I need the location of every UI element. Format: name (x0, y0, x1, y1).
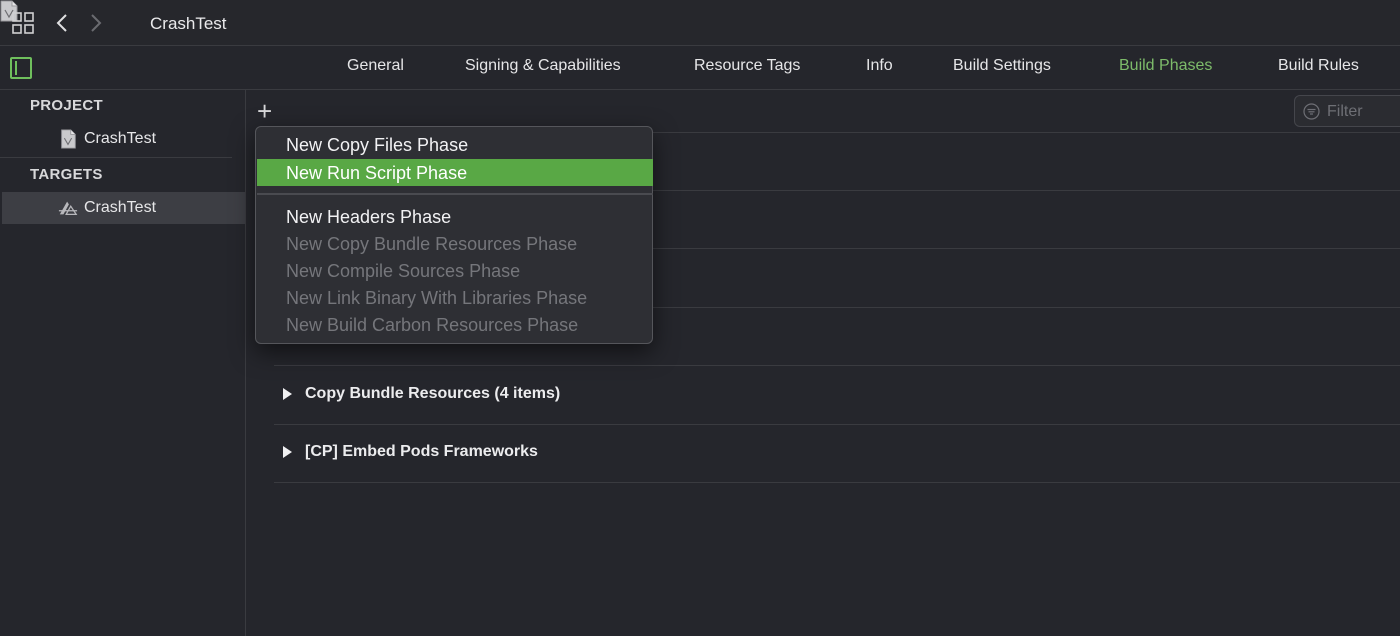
build-phase-title: [CP] Embed Pods Frameworks (305, 443, 538, 460)
tab-build-rules[interactable]: Build Rules (1278, 57, 1359, 75)
menu-item-new-run-script-phase[interactable]: New Run Script Phase (257, 159, 653, 186)
menu-separator (257, 193, 653, 195)
menu-item-label: New Run Script Phase (286, 163, 468, 183)
tab-info[interactable]: Info (866, 57, 893, 75)
menu-item-new-compile-sources-phase: New Compile Sources Phase (256, 257, 652, 284)
add-build-phase-button[interactable]: + (257, 98, 272, 124)
menu-item-new-headers-phase[interactable]: New Headers Phase (256, 203, 652, 230)
tab-build-phases[interactable]: Build Phases (1119, 57, 1212, 75)
menu-item-new-copy-files-phase[interactable]: New Copy Files Phase (256, 131, 652, 158)
forward-chevron-icon[interactable] (84, 12, 106, 34)
sidebar-item-project[interactable]: CrashTest (2, 123, 245, 155)
menu-item-new-copy-bundle-resources-phase: New Copy Bundle Resources Phase (256, 230, 652, 257)
build-phase-row[interactable]: [CP] Embed Pods Frameworks (274, 424, 1400, 482)
back-chevron-icon[interactable] (52, 12, 74, 34)
disclosure-triangle-icon[interactable] (283, 388, 292, 400)
menu-item-label: New Copy Bundle Resources Phase (286, 234, 578, 254)
divider (274, 482, 1400, 483)
navigator-toggle-icon[interactable] (10, 57, 32, 79)
project-navigator: PROJECT CrashTest TARGETS CrashTest (0, 90, 246, 636)
disclosure-triangle-icon[interactable] (283, 446, 292, 458)
menu-item-label: New Link Binary With Libraries Phase (286, 288, 588, 308)
tab-general[interactable]: General (347, 57, 404, 75)
divider (0, 157, 232, 158)
targets-section-header: TARGETS (30, 166, 103, 183)
filter-icon (1303, 103, 1320, 120)
project-file-icon (61, 129, 76, 149)
project-section-header: PROJECT (30, 97, 103, 114)
menu-item-label: New Build Carbon Resources Phase (286, 315, 579, 335)
menu-item-new-link-binary-phase: New Link Binary With Libraries Phase (256, 284, 652, 311)
sidebar-item-label: CrashTest (84, 199, 157, 216)
tab-resource-tags[interactable]: Resource Tags (694, 57, 800, 75)
app-target-icon (58, 201, 78, 215)
tab-build-settings[interactable]: Build Settings (953, 57, 1051, 75)
menu-item-label: New Copy Files Phase (286, 135, 469, 155)
title-bar: CrashTest (0, 0, 1400, 46)
menu-item-label: New Headers Phase (286, 207, 452, 227)
build-phase-title: Copy Bundle Resources (4 items) (305, 385, 561, 402)
filter-field[interactable]: Filter (1294, 95, 1400, 127)
project-title[interactable]: CrashTest (150, 14, 227, 34)
filter-placeholder: Filter (1327, 103, 1363, 120)
sidebar-item-target[interactable]: CrashTest (2, 192, 245, 224)
menu-item-label: New Compile Sources Phase (286, 261, 521, 281)
menu-item-new-build-carbon-resources-phase: New Build Carbon Resources Phase (256, 311, 652, 338)
editor-tab-bar: General Signing & Capabilities Resource … (0, 46, 1400, 90)
build-phase-row[interactable]: Copy Bundle Resources (4 items) (274, 366, 1400, 424)
grid-icon[interactable] (12, 12, 34, 34)
new-phase-menu: New Copy Files Phase New Run Script Phas… (255, 126, 653, 344)
tab-signing-capabilities[interactable]: Signing & Capabilities (465, 57, 621, 75)
sidebar-item-label: CrashTest (84, 130, 157, 147)
